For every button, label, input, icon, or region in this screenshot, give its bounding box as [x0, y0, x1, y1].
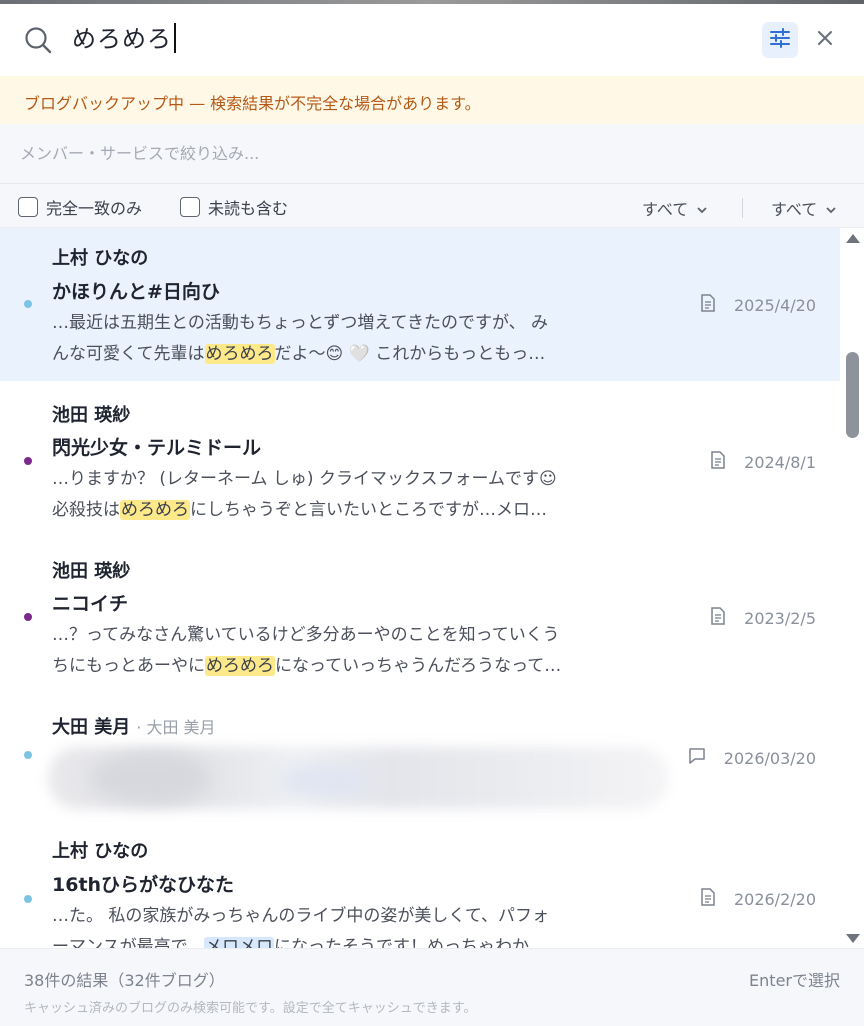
- snippet-line: ーマンスが最高で、メロメロになったそうです！めっちゃわか…: [52, 932, 692, 948]
- banner-text: ブログバックアップ中 — 検索結果が不完全な場合があります。: [24, 94, 481, 113]
- close-button[interactable]: [810, 22, 840, 58]
- results-footer: 38件の結果（32件ブログ） Enterで選択 キャッシュ済みのブログのみ検索可…: [0, 948, 864, 1026]
- results-list: 上村 ひなの かほりんと#日向ひ …最近は五期生との活動もちょっとずつ増えてきた…: [0, 228, 840, 948]
- checkbox-box[interactable]: [180, 197, 200, 217]
- result-snippet: …？ってみなさん驚いているけど多分あーやのことを知っていくう ちにもっとあーやに…: [52, 620, 692, 682]
- close-icon: [817, 30, 833, 50]
- result-date: 2026/2/20: [733, 889, 816, 909]
- result-author: 池田 瑛紗: [52, 405, 131, 426]
- chevron-down-icon: [696, 199, 708, 218]
- result-meta: 2025/4/20: [700, 294, 816, 316]
- author-sub-label: · 大田 美月: [136, 718, 216, 737]
- snippet-line: …最近は五期生との活動もちょっとずつ増えてきたのですが、 み: [52, 313, 549, 333]
- snippet-line: んな可愛くて先輩はめろめろだよ〜😊 🤍 これからもっともっ…: [52, 339, 692, 370]
- snippet-text: ーマンスが最高で、: [52, 937, 204, 948]
- result-meta: 2024/8/1: [710, 451, 816, 473]
- snippet-text: になったそうです！めっちゃわか…: [273, 937, 546, 948]
- filter-toggle-button[interactable]: [762, 22, 798, 58]
- result-date: 2025/4/20: [733, 295, 816, 315]
- author-sub-name: 大田 美月: [146, 718, 216, 737]
- result-title: 16thひらがなひなた: [52, 874, 235, 896]
- include-unread-checkbox[interactable]: 未読も含む: [180, 195, 288, 219]
- result-title: 閃光少女・テルミドール: [52, 437, 262, 459]
- member-color-dot: [24, 613, 32, 621]
- result-title: かほりんと#日向ひ: [52, 281, 220, 303]
- exact-match-checkbox[interactable]: 完全一致のみ: [18, 195, 142, 219]
- result-item[interactable]: 大田 美月 · 大田 美月 2026/03/20: [0, 693, 840, 815]
- document-icon: [710, 607, 726, 629]
- sliders-icon: [769, 27, 791, 53]
- snippet-text: になっていっちゃうんだろうなって…: [275, 656, 562, 676]
- search-input[interactable]: めろめろ: [72, 22, 176, 56]
- member-filter-input[interactable]: [0, 124, 864, 184]
- result-author: 池田 瑛紗: [52, 561, 131, 582]
- snippet-text: だよ〜😊 🤍 これからもっともっ…: [274, 344, 546, 364]
- backup-warning-banner: ブログバックアップ中 — 検索結果が不完全な場合があります。: [0, 76, 864, 124]
- filter-panel: 完全一致のみ 未読も含む すべて すべて: [0, 124, 864, 228]
- chat-bubble-icon: [688, 747, 706, 769]
- exact-match-label: 完全一致のみ: [46, 199, 143, 218]
- type-dropdown[interactable]: すべて: [642, 196, 708, 220]
- result-snippet: …最近は五期生との活動もちょっとずつ増えてきたのですが、 み んな可愛くて先輩は…: [52, 308, 692, 370]
- scroll-up-arrow-icon[interactable]: [846, 234, 860, 243]
- snippet-line: …？ってみなさん驚いているけど多分あーやのことを知っていくう: [52, 625, 560, 645]
- result-date: 2023/2/5: [744, 608, 816, 628]
- snippet-line: …た。 私の家族がみっちゃんのライブ中の姿が美しくて、パフォ: [52, 906, 550, 926]
- match-highlight: めろめろ: [204, 344, 275, 364]
- result-snippet: …りますか？ (レターネーム しゅ) クライマックスフォームです☺ 必殺技はめろ…: [52, 464, 692, 526]
- result-count: 38件の結果（32件ブログ）: [24, 971, 225, 990]
- document-icon: [710, 451, 726, 473]
- filter-options-row: 完全一致のみ 未読も含む すべて すべて: [0, 184, 864, 228]
- text-caret: [174, 23, 176, 53]
- chevron-down-icon: [825, 199, 837, 218]
- scrollbar-thumb[interactable]: [846, 352, 859, 438]
- result-snippet: …た。 私の家族がみっちゃんのライブ中の姿が美しくて、パフォ ーマンスが最高で、…: [52, 901, 692, 948]
- result-meta: 2026/2/20: [700, 888, 816, 910]
- snippet-line: 必殺技はめろめろにしちゃうぞと言いたいところですが…メロ…: [52, 495, 692, 526]
- result-date: 2024/8/1: [744, 452, 816, 472]
- result-item[interactable]: 池田 瑛紗 閃光少女・テルミドール …りますか？ (レターネーム しゅ) クライ…: [0, 381, 840, 537]
- result-item[interactable]: 上村 ひなの 16thひらがなひなた …た。 私の家族がみっちゃんのライブ中の姿…: [0, 815, 840, 948]
- enter-hint: Enterで選択: [749, 971, 840, 990]
- member-color-dot: [24, 895, 32, 903]
- result-author: 上村 ひなの: [52, 841, 149, 862]
- result-title: ニコイチ: [52, 593, 129, 615]
- result-date: 2026/03/20: [723, 748, 816, 768]
- period-dropdown-value: すべて: [771, 200, 818, 219]
- blurred-preview-spot: [90, 753, 210, 803]
- author-name: 大田 美月: [52, 717, 131, 738]
- period-dropdown[interactable]: すべて: [771, 196, 837, 220]
- blurred-preview-spot: [280, 767, 370, 795]
- search-icon: [24, 26, 52, 54]
- result-meta: 2026/03/20: [688, 747, 816, 769]
- result-author: 上村 ひなの: [52, 248, 149, 269]
- result-item[interactable]: 上村 ひなの かほりんと#日向ひ …最近は五期生との活動もちょっとずつ増えてきた…: [0, 228, 840, 381]
- snippet-text: んな可愛くて先輩は: [52, 344, 205, 364]
- member-color-dot: [24, 300, 32, 308]
- type-dropdown-value: すべて: [642, 200, 689, 219]
- match-highlight: めろめろ: [120, 500, 190, 520]
- search-query: めろめろ: [72, 25, 172, 53]
- include-unread-label: 未読も含む: [208, 199, 289, 218]
- snippet-text: 必殺技は: [52, 500, 120, 520]
- snippet-line: ちにもっとあーやにめろめろになっていっちゃうんだろうなって…: [52, 651, 692, 682]
- member-color-dot: [24, 751, 32, 759]
- member-color-dot: [24, 457, 32, 465]
- result-meta: 2023/2/5: [710, 607, 816, 629]
- snippet-text: ちにもっとあーやに: [52, 656, 205, 676]
- match-highlight: メロメロ: [203, 937, 274, 948]
- document-icon: [700, 888, 716, 910]
- result-author: 大田 美月 · 大田 美月: [52, 713, 216, 739]
- scroll-down-arrow-icon[interactable]: [846, 934, 860, 943]
- search-bar: めろめろ: [0, 4, 864, 76]
- checkbox-box[interactable]: [18, 197, 38, 217]
- match-highlight: めろめろ: [205, 656, 275, 676]
- snippet-line: …りますか？ (レターネーム しゅ) クライマックスフォームです☺: [52, 469, 557, 489]
- snippet-text: にしちゃうぞと言いたいところですが…メロ…: [190, 500, 547, 520]
- document-icon: [700, 294, 716, 316]
- result-item[interactable]: 池田 瑛紗 ニコイチ …？ってみなさん驚いているけど多分あーやのことを知っていく…: [0, 537, 840, 693]
- results-scrollbar[interactable]: [840, 228, 864, 948]
- cache-note: キャッシュ済みのブログのみ検索可能です。設定で全てキャッシュできます。: [24, 1001, 477, 1016]
- dropdown-divider: [742, 198, 743, 218]
